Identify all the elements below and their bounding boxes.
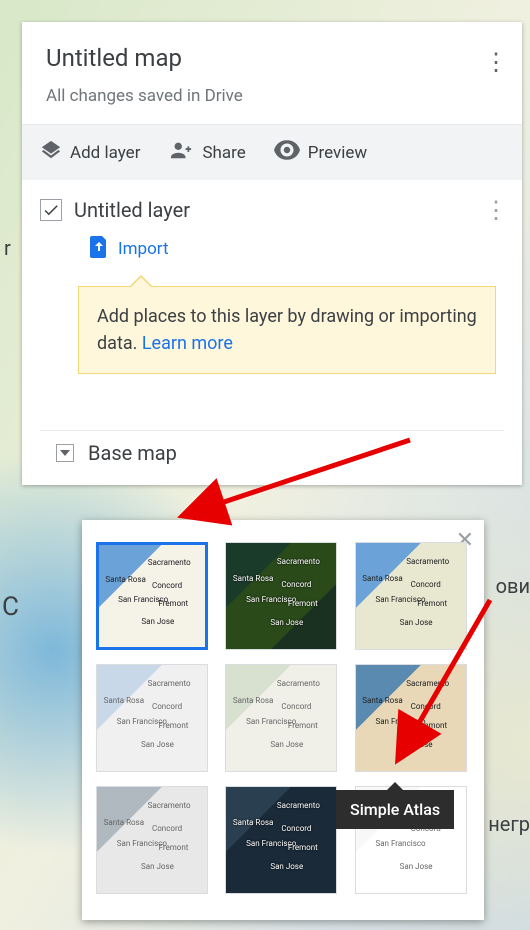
layer-visibility-checkbox[interactable] — [40, 199, 62, 221]
thumbnail-labels: Sacramento Santa Rosa Concord San Franci… — [97, 665, 207, 771]
edge-text: C — [2, 592, 19, 622]
thumbnail-labels: Sacramento Santa Rosa Concord San Franci… — [99, 545, 205, 647]
learn-more-link[interactable]: Learn more — [142, 333, 233, 354]
add-layer-label: Add layer — [70, 143, 140, 163]
thumbnail-labels: Sacramento Santa Rosa Concord San Franci… — [356, 543, 466, 649]
basemap-style-popup: ✕ Sacramento Santa Rosa Concord San Fran… — [82, 520, 484, 920]
thumbnail-labels: Sacramento Santa Rosa Concord San Franci… — [226, 665, 336, 771]
share-button[interactable]: Share — [168, 139, 245, 166]
import-button[interactable]: Import — [90, 236, 504, 262]
thumbnail-labels: Sacramento Santa Rosa Concord San Franci… — [226, 787, 336, 893]
import-label: Import — [118, 239, 169, 259]
preview-label: Preview — [308, 143, 367, 163]
save-status: All changes saved in Drive — [46, 86, 498, 106]
basemap-style-tile-simple-atlas[interactable]: Sacramento Santa Rosa Concord San Franci… — [355, 664, 467, 772]
panel-header: Untitled map All changes saved in Drive — [22, 22, 522, 124]
preview-button[interactable]: Preview — [274, 140, 367, 165]
layers-icon — [40, 139, 62, 166]
upload-file-icon — [90, 236, 108, 262]
hint-callout: Add places to this layer by drawing or i… — [78, 286, 496, 374]
basemap-style-tile-map[interactable]: Sacramento Santa Rosa Concord San Franci… — [96, 542, 208, 650]
basemap-label: Base map — [88, 441, 177, 465]
add-layer-button[interactable]: Add layer — [40, 139, 140, 166]
chevron-down-icon[interactable] — [56, 444, 74, 462]
basemap-style-tile-light-landmass[interactable]: Sacramento Santa Rosa Concord San Franci… — [96, 786, 208, 894]
thumbnail-labels: Sacramento Santa Rosa Concord San Franci… — [356, 665, 466, 771]
map-options-menu-icon[interactable] — [484, 50, 508, 74]
basemap-style-tile-satellite[interactable]: Sacramento Santa Rosa Concord San Franci… — [225, 542, 337, 650]
layer-options-menu-icon[interactable] — [484, 198, 508, 222]
edge-text: негр — [488, 812, 530, 836]
edge-text: r — [4, 236, 11, 260]
tooltip-simple-atlas: Simple Atlas — [336, 790, 454, 829]
layer-name[interactable]: Untitled layer — [74, 198, 190, 222]
eye-icon — [274, 140, 300, 165]
layer-section: Untitled layer Import Add places to this… — [22, 180, 522, 485]
layer-header: Untitled layer — [40, 198, 504, 222]
toolbar: Add layer Share Preview — [22, 124, 522, 180]
edge-text: ови — [496, 574, 530, 598]
thumbnail-labels: Sacramento Santa Rosa Concord San Franci… — [226, 543, 336, 649]
person-add-icon — [168, 139, 194, 166]
share-label: Share — [202, 143, 245, 163]
basemap-style-tile-dark-landmass[interactable]: Sacramento Santa Rosa Concord San Franci… — [225, 786, 337, 894]
tooltip-label: Simple Atlas — [350, 800, 440, 819]
basemap-row[interactable]: Base map — [40, 430, 504, 475]
map-editor-panel: Untitled map All changes saved in Drive … — [22, 22, 522, 485]
basemap-style-grid: Sacramento Santa Rosa Concord San Franci… — [96, 542, 470, 894]
basemap-style-tile-terrain[interactable]: Sacramento Santa Rosa Concord San Franci… — [355, 542, 467, 650]
basemap-style-tile-mono-city[interactable]: Sacramento Santa Rosa Concord San Franci… — [225, 664, 337, 772]
thumbnail-labels: Sacramento Santa Rosa Concord San Franci… — [97, 787, 207, 893]
map-title[interactable]: Untitled map — [46, 44, 498, 72]
basemap-style-tile-light-political[interactable]: Sacramento Santa Rosa Concord San Franci… — [96, 664, 208, 772]
